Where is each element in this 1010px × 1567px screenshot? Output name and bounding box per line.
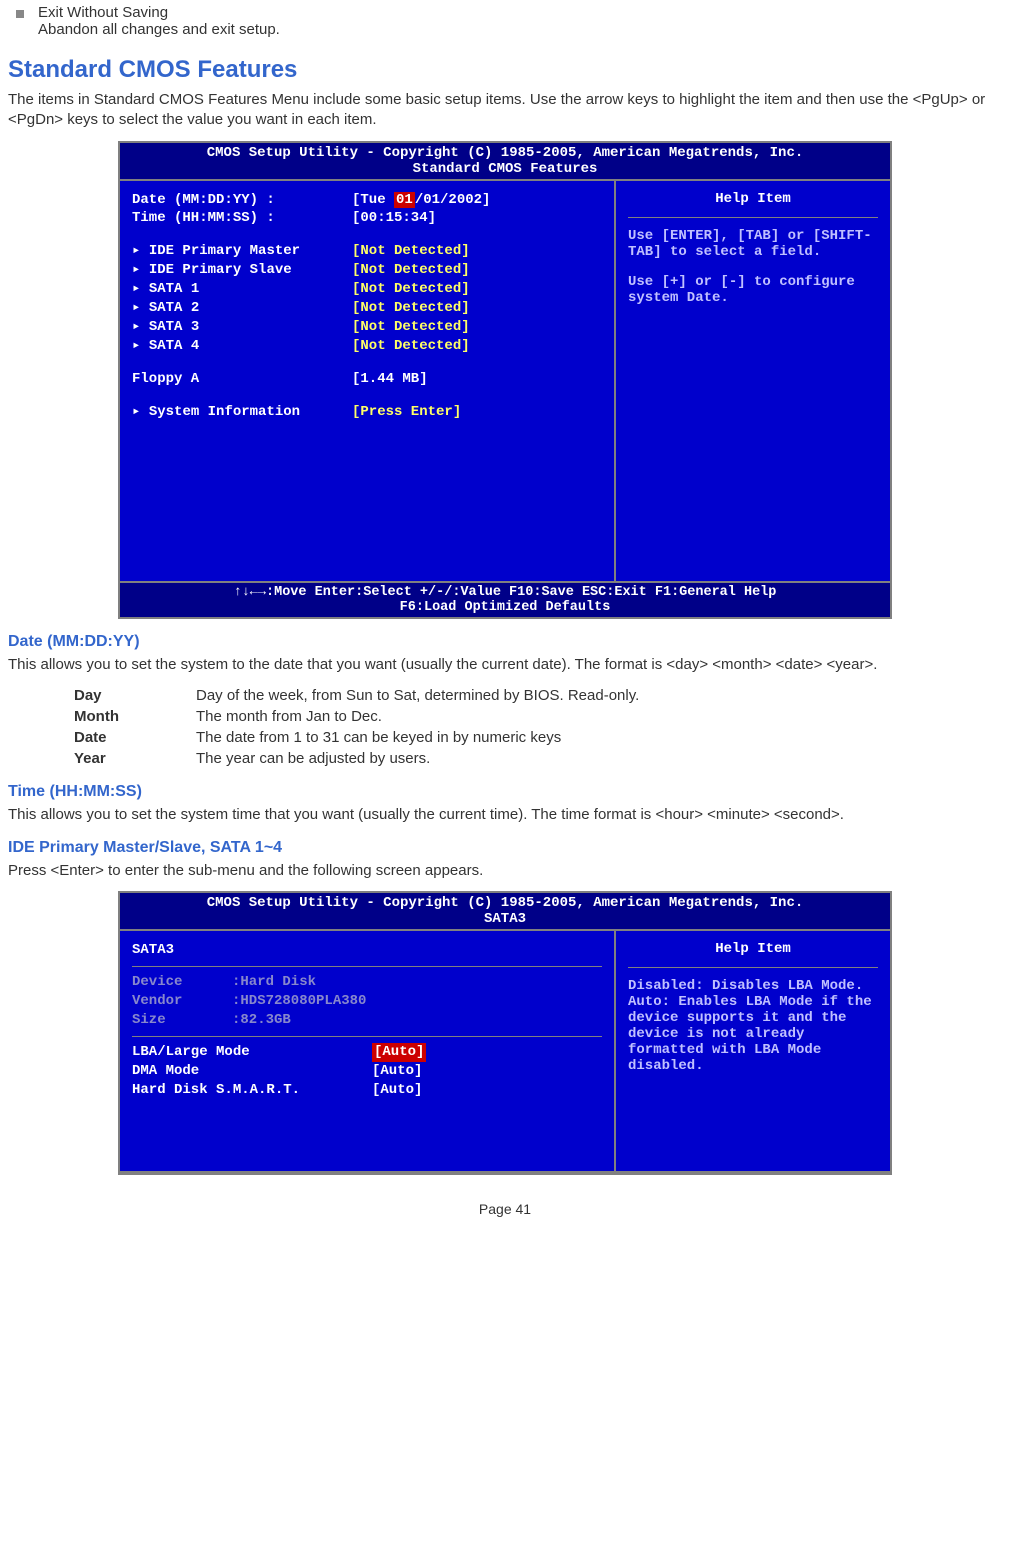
date-field-row: YearThe year can be adjusted by users. xyxy=(68,748,645,769)
bios2-help-text: Disabled: Disables LBA Mode. Auto: Enabl… xyxy=(628,978,878,1074)
bios1-left-pane: Date (MM:DD:YY) : [Tue 01/01/2002] Time … xyxy=(120,181,614,581)
bullet-icon xyxy=(16,10,24,18)
bios1-sysinfo-label[interactable]: ▸ System Information xyxy=(132,403,352,422)
bios2-setting-row[interactable]: DMA Mode[Auto] xyxy=(132,1062,602,1081)
bios1-help-title: Help Item xyxy=(628,191,878,207)
bios1-drive-row[interactable]: ▸ SATA 1[Not Detected] xyxy=(132,280,602,299)
bios1-drive-row[interactable]: ▸ SATA 3[Not Detected] xyxy=(132,318,602,337)
heading-time: Time (HH:MM:SS) xyxy=(8,783,1002,801)
bios1-floppy-label: Floppy A xyxy=(132,370,352,389)
bios1-titlebar: CMOS Setup Utility - Copyright (C) 1985-… xyxy=(120,143,890,179)
date-fields-table: DayDay of the week, from Sun to Sat, det… xyxy=(68,685,645,769)
bios1-footer: ↑↓←→:Move Enter:Select +/-/:Value F10:Sa… xyxy=(120,583,890,617)
bios-screenshot-1: CMOS Setup Utility - Copyright (C) 1985-… xyxy=(118,141,892,619)
bios-screenshot-2: CMOS Setup Utility - Copyright (C) 1985-… xyxy=(118,891,892,1175)
date-para: This allows you to set the system to the… xyxy=(8,655,1002,675)
bios2-info-row: Device:Hard Disk xyxy=(132,973,602,992)
bios2-subtitle: SATA3 xyxy=(484,911,526,927)
bios1-drive-row[interactable]: ▸ SATA 4[Not Detected] xyxy=(132,337,602,356)
bios1-floppy-value[interactable]: [1.44 MB] xyxy=(352,370,428,389)
bios1-date-label: Date (MM:DD:YY) : xyxy=(132,191,352,210)
bios1-drive-row[interactable]: ▸ IDE Primary Slave[Not Detected] xyxy=(132,261,602,280)
page-number: Page 41 xyxy=(8,1201,1002,1217)
bios2-help-title: Help Item xyxy=(628,941,878,957)
bios1-drive-row[interactable]: ▸ IDE Primary Master[Not Detected] xyxy=(132,242,602,261)
time-para: This allows you to set the system time t… xyxy=(8,805,1002,825)
bios2-titlebar: CMOS Setup Utility - Copyright (C) 1985-… xyxy=(120,893,890,929)
bullet-title: Exit Without Saving xyxy=(38,4,168,21)
bios1-help1: Use [ENTER], [TAB] or [SHIFT-TAB] to sel… xyxy=(628,228,878,260)
bios2-help-pane: Help Item Disabled: Disables LBA Mode. A… xyxy=(614,931,890,1171)
bios1-help-pane: Help Item Use [ENTER], [TAB] or [SHIFT-T… xyxy=(614,181,890,581)
bios2-info-row: Vendor:HDS728080PLA380 xyxy=(132,992,602,1011)
bios2-setting-row[interactable]: LBA/Large Mode[Auto] xyxy=(132,1043,602,1062)
bios2-top: CMOS Setup Utility - Copyright (C) 1985-… xyxy=(207,895,804,911)
bios1-date-value[interactable]: [Tue 01/01/2002] xyxy=(352,191,490,210)
bios1-drive-row[interactable]: ▸ SATA 2[Not Detected] xyxy=(132,299,602,318)
bios1-time-value[interactable]: [00:15:34] xyxy=(352,209,436,228)
ide-para: Press <Enter> to enter the sub-menu and … xyxy=(8,861,1002,881)
bios1-help2: Use [+] or [-] to configure system Date. xyxy=(628,274,878,306)
bios2-left-pane: SATA3 Device:Hard DiskVendor:HDS728080PL… xyxy=(120,931,614,1171)
bios2-left-title: SATA3 xyxy=(132,941,352,960)
intro-para: The items in Standard CMOS Features Menu… xyxy=(8,90,1002,131)
bios2-info-row: Size:82.3GB xyxy=(132,1011,602,1030)
bullet-body: Exit Without Saving Abandon all changes … xyxy=(38,4,1002,38)
date-field-row: DayDay of the week, from Sun to Sat, det… xyxy=(68,685,645,706)
bios1-sysinfo-value[interactable]: [Press Enter] xyxy=(352,403,461,422)
bios1-time-label: Time (HH:MM:SS) : xyxy=(132,209,352,228)
bios1-top: CMOS Setup Utility - Copyright (C) 1985-… xyxy=(207,145,804,161)
bios1-subtitle: Standard CMOS Features xyxy=(413,161,598,177)
date-field-row: DateThe date from 1 to 31 can be keyed i… xyxy=(68,727,645,748)
date-field-row: MonthThe month from Jan to Dec. xyxy=(68,706,645,727)
heading-ide: IDE Primary Master/Slave, SATA 1~4 xyxy=(8,839,1002,857)
heading-standard-cmos: Standard CMOS Features xyxy=(8,56,1002,84)
bios2-setting-row[interactable]: Hard Disk S.M.A.R.T.[Auto] xyxy=(132,1081,602,1100)
heading-date: Date (MM:DD:YY) xyxy=(8,633,1002,651)
bullet-exit-without-saving: Exit Without Saving Abandon all changes … xyxy=(8,4,1002,38)
bullet-desc: Abandon all changes and exit setup. xyxy=(38,21,280,38)
